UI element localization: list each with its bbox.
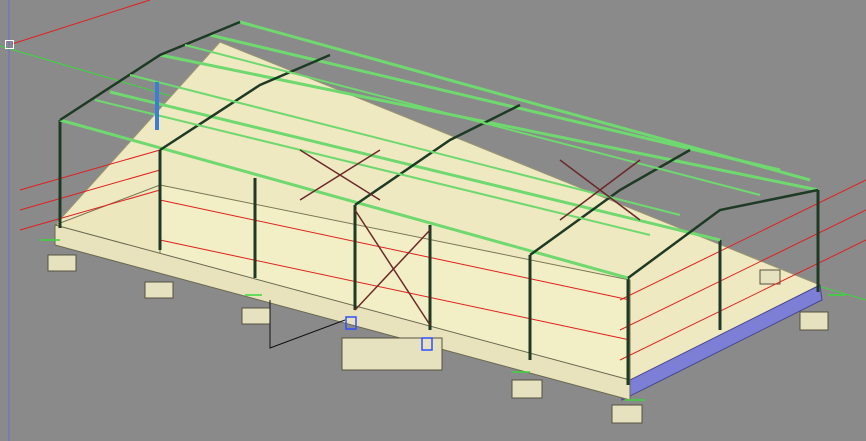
footing <box>341 337 443 371</box>
footing <box>799 311 829 331</box>
footing <box>47 254 77 272</box>
footing <box>511 379 543 399</box>
footing <box>611 404 643 424</box>
model-scene[interactable] <box>0 0 866 441</box>
footing <box>241 307 271 325</box>
footing <box>144 281 174 299</box>
model-viewport[interactable] <box>0 0 866 441</box>
red-axis-line <box>11 0 151 45</box>
footing <box>759 269 781 285</box>
square-handle-icon[interactable] <box>5 40 14 49</box>
